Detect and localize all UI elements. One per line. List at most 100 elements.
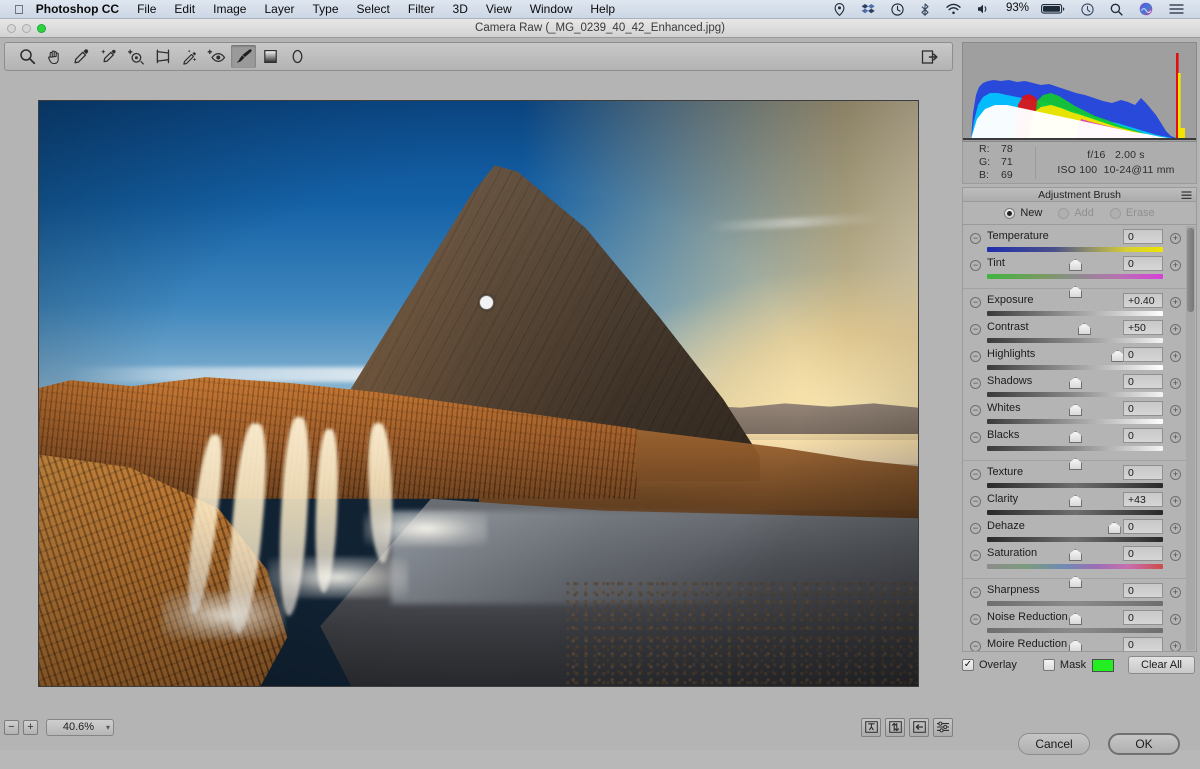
slider-row-exposure[interactable]: − Exposure +0.40 +: [963, 293, 1189, 335]
slider-row-temperature[interactable]: − Temperature 0 +: [963, 229, 1189, 271]
slider-increment-clarity[interactable]: +: [1170, 496, 1181, 507]
menu-item-edit[interactable]: Edit: [165, 2, 204, 16]
slider-increment-whites[interactable]: +: [1170, 405, 1181, 416]
slider-value-tint[interactable]: 0: [1123, 256, 1163, 271]
slider-increment-tint[interactable]: +: [1170, 260, 1181, 271]
menu-item-type[interactable]: Type: [304, 2, 348, 16]
slider-track-temperature[interactable]: [987, 247, 1163, 271]
histogram[interactable]: [962, 42, 1197, 142]
brush-mode-add[interactable]: Add: [1058, 207, 1094, 219]
siri-icon[interactable]: [1131, 2, 1161, 16]
slider-value-sharpness[interactable]: 0: [1123, 583, 1163, 598]
spot-removal-tool[interactable]: [177, 45, 202, 68]
slider-track-dehaze[interactable]: [987, 537, 1163, 561]
slider-value-clarity[interactable]: +43: [1123, 492, 1163, 507]
photo-frame[interactable]: [38, 100, 919, 687]
menu-item-help[interactable]: Help: [581, 2, 624, 16]
menu-item-file[interactable]: File: [128, 2, 165, 16]
slider-row-texture[interactable]: − Texture 0 +: [963, 465, 1189, 507]
menu-item-app[interactable]: Photoshop CC: [36, 2, 128, 16]
slider-decrement-shadows[interactable]: −: [970, 378, 981, 389]
mask-checkbox[interactable]: [1042, 659, 1055, 671]
slider-increment-noise-reduction[interactable]: +: [1170, 614, 1181, 625]
crop-tool[interactable]: [150, 45, 175, 68]
slider-track-texture[interactable]: [987, 483, 1163, 507]
menu-item-view[interactable]: View: [477, 2, 521, 16]
slider-row-tint[interactable]: − Tint 0 +: [963, 256, 1189, 298]
slider-decrement-dehaze[interactable]: −: [970, 523, 981, 534]
slider-row-highlights[interactable]: − Highlights 0 +: [963, 347, 1189, 389]
close-button[interactable]: [7, 24, 16, 33]
slider-value-temperature[interactable]: 0: [1123, 229, 1163, 244]
hand-tool[interactable]: [42, 45, 67, 68]
slider-scroll-area[interactable]: − Temperature 0 + − Tint 0 + − Exposure +0.40 + − Con…: [962, 224, 1197, 652]
slider-increment-blacks[interactable]: +: [1170, 432, 1181, 443]
slider-value-noise-reduction[interactable]: 0: [1123, 610, 1163, 625]
photo-kirkjufell[interactable]: [39, 101, 918, 686]
slider-decrement-sharpness[interactable]: −: [970, 587, 981, 598]
adjustment-brush-tool[interactable]: [231, 45, 256, 68]
slider-decrement-blacks[interactable]: −: [970, 432, 981, 443]
time-machine-icon[interactable]: [883, 2, 912, 16]
slider-decrement-highlights[interactable]: −: [970, 351, 981, 362]
brush-mode-new[interactable]: New: [1004, 207, 1042, 219]
slider-value-highlights[interactable]: 0: [1123, 347, 1163, 362]
wifi-icon[interactable]: [938, 3, 969, 15]
slider-track-clarity[interactable]: [987, 510, 1163, 534]
zoom-tool[interactable]: [15, 45, 40, 68]
targeted-adjustment-tool[interactable]: [123, 45, 148, 68]
slider-row-blacks[interactable]: − Blacks 0 +: [963, 428, 1189, 470]
brush-mode-erase[interactable]: Erase: [1109, 207, 1155, 219]
window-title-bar[interactable]: Camera Raw (_MG_0239_40_42_Enhanced.jpg): [0, 19, 1200, 38]
slider-decrement-noise-reduction[interactable]: −: [970, 614, 981, 625]
slider-track-shadows[interactable]: [987, 392, 1163, 416]
menu-item-select[interactable]: Select: [348, 2, 399, 16]
battery-icon[interactable]: [1033, 3, 1073, 15]
slider-row-whites[interactable]: − Whites 0 +: [963, 401, 1189, 443]
slider-value-texture[interactable]: 0: [1123, 465, 1163, 480]
clock-icon[interactable]: [1073, 2, 1102, 16]
slider-increment-sharpness[interactable]: +: [1170, 587, 1181, 598]
slider-track-saturation[interactable]: [987, 564, 1163, 588]
minimize-button[interactable]: [22, 24, 31, 33]
clear-all-button[interactable]: Clear All: [1128, 656, 1195, 674]
slider-row-sharpness[interactable]: − Sharpness 0 +: [963, 583, 1189, 625]
slider-track-blacks[interactable]: [987, 446, 1163, 470]
slider-scrollbar-thumb[interactable]: [1187, 228, 1194, 312]
slider-value-moire-reduction[interactable]: 0: [1123, 637, 1163, 651]
menu-item-3d[interactable]: 3D: [444, 2, 477, 16]
slider-decrement-clarity[interactable]: −: [970, 496, 981, 507]
slider-row-contrast[interactable]: − Contrast +50 +: [963, 320, 1189, 362]
slider-decrement-tint[interactable]: −: [970, 260, 981, 271]
slider-track-highlights[interactable]: [987, 365, 1163, 389]
adjustment-brush-pin[interactable]: [478, 295, 494, 311]
slider-increment-contrast[interactable]: +: [1170, 324, 1181, 335]
spotlight-search-icon[interactable]: [1102, 3, 1131, 16]
dropbox-icon[interactable]: [853, 3, 883, 16]
radial-filter-tool[interactable]: [285, 45, 310, 68]
apple-icon[interactable]: : [0, 3, 36, 16]
image-canvas-area[interactable]: [4, 75, 953, 712]
zoom-button[interactable]: [37, 24, 46, 33]
slider-row-shadows[interactable]: − Shadows 0 +: [963, 374, 1189, 416]
slider-row-dehaze[interactable]: − Dehaze 0 +: [963, 519, 1189, 561]
cancel-button[interactable]: Cancel: [1018, 733, 1090, 755]
slider-track-whites[interactable]: [987, 419, 1163, 443]
volume-icon[interactable]: [969, 3, 998, 15]
slider-increment-exposure[interactable]: +: [1170, 297, 1181, 308]
slider-value-shadows[interactable]: 0: [1123, 374, 1163, 389]
slider-value-blacks[interactable]: 0: [1123, 428, 1163, 443]
red-eye-tool[interactable]: [204, 45, 229, 68]
bluetooth-icon[interactable]: [912, 2, 938, 16]
slider-value-exposure[interactable]: +0.40: [1123, 293, 1163, 308]
slider-increment-temperature[interactable]: +: [1170, 233, 1181, 244]
color-sampler-tool[interactable]: [96, 45, 121, 68]
overlay-checkbox[interactable]: [962, 659, 974, 671]
slider-decrement-temperature[interactable]: −: [970, 233, 981, 244]
slider-row-moire-reduction[interactable]: − Moire Reduction 0 +: [963, 637, 1189, 651]
slider-decrement-saturation[interactable]: −: [970, 550, 981, 561]
slider-decrement-exposure[interactable]: −: [970, 297, 981, 308]
slider-value-whites[interactable]: 0: [1123, 401, 1163, 416]
open-preferences-icon[interactable]: [917, 45, 942, 68]
menu-item-filter[interactable]: Filter: [399, 2, 444, 16]
